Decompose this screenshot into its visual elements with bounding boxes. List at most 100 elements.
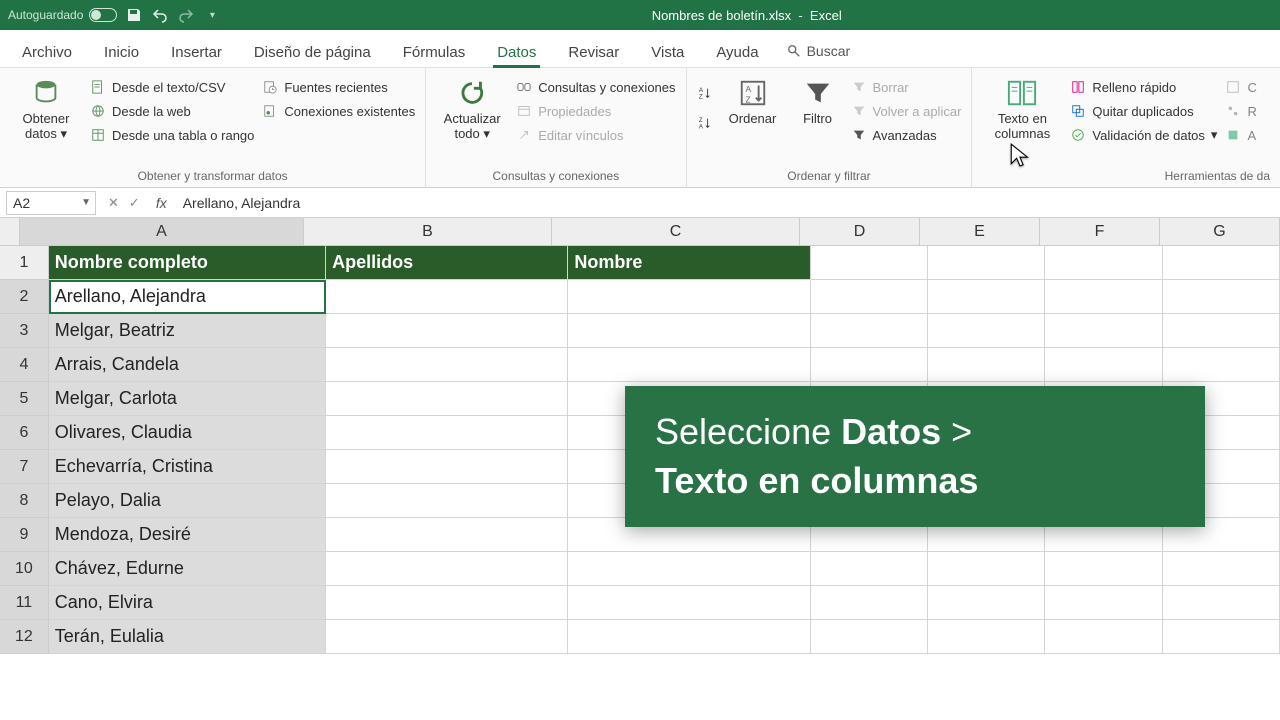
- data-cell[interactable]: [1163, 586, 1280, 620]
- data-cell[interactable]: [326, 348, 568, 382]
- data-cell[interactable]: Terán, Eulalia: [49, 620, 326, 654]
- data-cell[interactable]: [928, 552, 1045, 586]
- column-header-A[interactable]: A: [20, 218, 304, 246]
- row-header[interactable]: 2: [0, 280, 49, 314]
- data-cell[interactable]: [568, 314, 810, 348]
- queries-connections-button[interactable]: Consultas y conexiones: [516, 76, 675, 98]
- row-header[interactable]: 3: [0, 314, 49, 348]
- data-cell[interactable]: [811, 552, 928, 586]
- data-cell[interactable]: Chávez, Edurne: [49, 552, 326, 586]
- from-table-button[interactable]: Desde una tabla o rango: [90, 124, 254, 146]
- refresh-all-button[interactable]: Actualizar todo ▾: [436, 72, 508, 142]
- data-cell[interactable]: [1045, 586, 1162, 620]
- tab-page-layout[interactable]: Diseño de página: [240, 36, 385, 67]
- data-cell[interactable]: [928, 280, 1045, 314]
- row-header[interactable]: 1: [0, 246, 49, 280]
- row-header[interactable]: 8: [0, 484, 49, 518]
- data-cell[interactable]: [811, 314, 928, 348]
- tab-help[interactable]: Ayuda: [702, 36, 772, 67]
- data-cell[interactable]: [928, 314, 1045, 348]
- data-cell[interactable]: [568, 552, 810, 586]
- name-box[interactable]: A2▼: [6, 191, 96, 215]
- data-cell[interactable]: [928, 620, 1045, 654]
- data-cell[interactable]: [1045, 348, 1162, 382]
- save-icon[interactable]: [125, 6, 143, 24]
- data-cell[interactable]: [568, 348, 810, 382]
- tab-data[interactable]: Datos: [483, 36, 550, 67]
- tab-formulas[interactable]: Fórmulas: [389, 36, 480, 67]
- data-cell[interactable]: [326, 552, 568, 586]
- header-cell[interactable]: Nombre: [568, 246, 810, 280]
- select-all-corner[interactable]: [0, 218, 20, 246]
- fx-icon[interactable]: fx: [148, 195, 175, 211]
- from-web-button[interactable]: Desde la web: [90, 100, 254, 122]
- data-cell[interactable]: [1163, 314, 1280, 348]
- data-cell[interactable]: [326, 280, 568, 314]
- remove-duplicates-button[interactable]: Quitar duplicados: [1070, 100, 1217, 122]
- data-cell[interactable]: Olivares, Claudia: [49, 416, 326, 450]
- row-header[interactable]: 11: [0, 586, 49, 620]
- cancel-icon[interactable]: ✕: [108, 195, 119, 211]
- data-cell[interactable]: [568, 620, 810, 654]
- redo-icon[interactable]: [177, 6, 195, 24]
- header-cell[interactable]: [1163, 246, 1280, 280]
- formula-input[interactable]: Arellano, Alejandra: [175, 195, 1280, 211]
- header-cell[interactable]: [811, 246, 928, 280]
- confirm-icon[interactable]: ✓: [129, 195, 140, 211]
- from-text-csv-button[interactable]: Desde el texto/CSV: [90, 76, 254, 98]
- get-data-button[interactable]: Obtener datos ▾: [10, 72, 82, 142]
- data-cell[interactable]: [326, 416, 568, 450]
- relationships-button[interactable]: R: [1225, 100, 1256, 122]
- column-header-G[interactable]: G: [1160, 218, 1280, 246]
- undo-icon[interactable]: [151, 6, 169, 24]
- qat-dropdown-icon[interactable]: ▾: [203, 6, 221, 24]
- tab-view[interactable]: Vista: [637, 36, 698, 67]
- data-cell[interactable]: [326, 450, 568, 484]
- header-cell[interactable]: Apellidos: [326, 246, 568, 280]
- data-cell[interactable]: [928, 586, 1045, 620]
- header-cell[interactable]: [928, 246, 1045, 280]
- data-cell[interactable]: [326, 518, 568, 552]
- data-cell[interactable]: Cano, Elvira: [49, 586, 326, 620]
- data-cell[interactable]: Pelayo, Dalia: [49, 484, 326, 518]
- tab-review[interactable]: Revisar: [554, 36, 633, 67]
- data-cell[interactable]: Melgar, Carlota: [49, 382, 326, 416]
- flash-fill-button[interactable]: Relleno rápido: [1070, 76, 1217, 98]
- column-header-B[interactable]: B: [304, 218, 552, 246]
- data-cell[interactable]: Melgar, Beatriz: [49, 314, 326, 348]
- tab-home[interactable]: Inicio: [90, 36, 153, 67]
- column-header-F[interactable]: F: [1040, 218, 1160, 246]
- recent-sources-button[interactable]: Fuentes recientes: [262, 76, 415, 98]
- header-cell[interactable]: [1045, 246, 1162, 280]
- data-cell[interactable]: Mendoza, Desiré: [49, 518, 326, 552]
- data-cell[interactable]: [811, 348, 928, 382]
- data-cell[interactable]: [326, 586, 568, 620]
- search-box[interactable]: Buscar: [777, 35, 861, 67]
- row-header[interactable]: 5: [0, 382, 49, 416]
- advanced-filter-button[interactable]: Avanzadas: [851, 124, 962, 146]
- data-cell[interactable]: [1163, 280, 1280, 314]
- data-cell[interactable]: Arrais, Candela: [49, 348, 326, 382]
- data-cell[interactable]: [326, 314, 568, 348]
- autosave-toggle[interactable]: Autoguardado: [8, 8, 117, 22]
- manage-data-button[interactable]: A: [1225, 124, 1256, 146]
- data-cell[interactable]: [1045, 314, 1162, 348]
- tab-insert[interactable]: Insertar: [157, 36, 236, 67]
- data-cell[interactable]: [811, 620, 928, 654]
- row-header[interactable]: 9: [0, 518, 49, 552]
- column-header-E[interactable]: E: [920, 218, 1040, 246]
- row-header[interactable]: 6: [0, 416, 49, 450]
- data-cell[interactable]: [1045, 620, 1162, 654]
- text-to-columns-button[interactable]: Texto en columnas: [982, 72, 1062, 142]
- data-cell[interactable]: [326, 382, 568, 416]
- tab-file[interactable]: Archivo: [8, 36, 86, 67]
- data-cell[interactable]: [811, 280, 928, 314]
- data-cell[interactable]: [1045, 552, 1162, 586]
- row-header[interactable]: 7: [0, 450, 49, 484]
- sort-desc-button[interactable]: ZA: [697, 112, 713, 134]
- filter-button[interactable]: Filtro: [793, 72, 843, 127]
- data-cell[interactable]: [928, 348, 1045, 382]
- data-cell[interactable]: [1163, 552, 1280, 586]
- column-header-D[interactable]: D: [800, 218, 920, 246]
- sort-asc-button[interactable]: AZ: [697, 82, 713, 104]
